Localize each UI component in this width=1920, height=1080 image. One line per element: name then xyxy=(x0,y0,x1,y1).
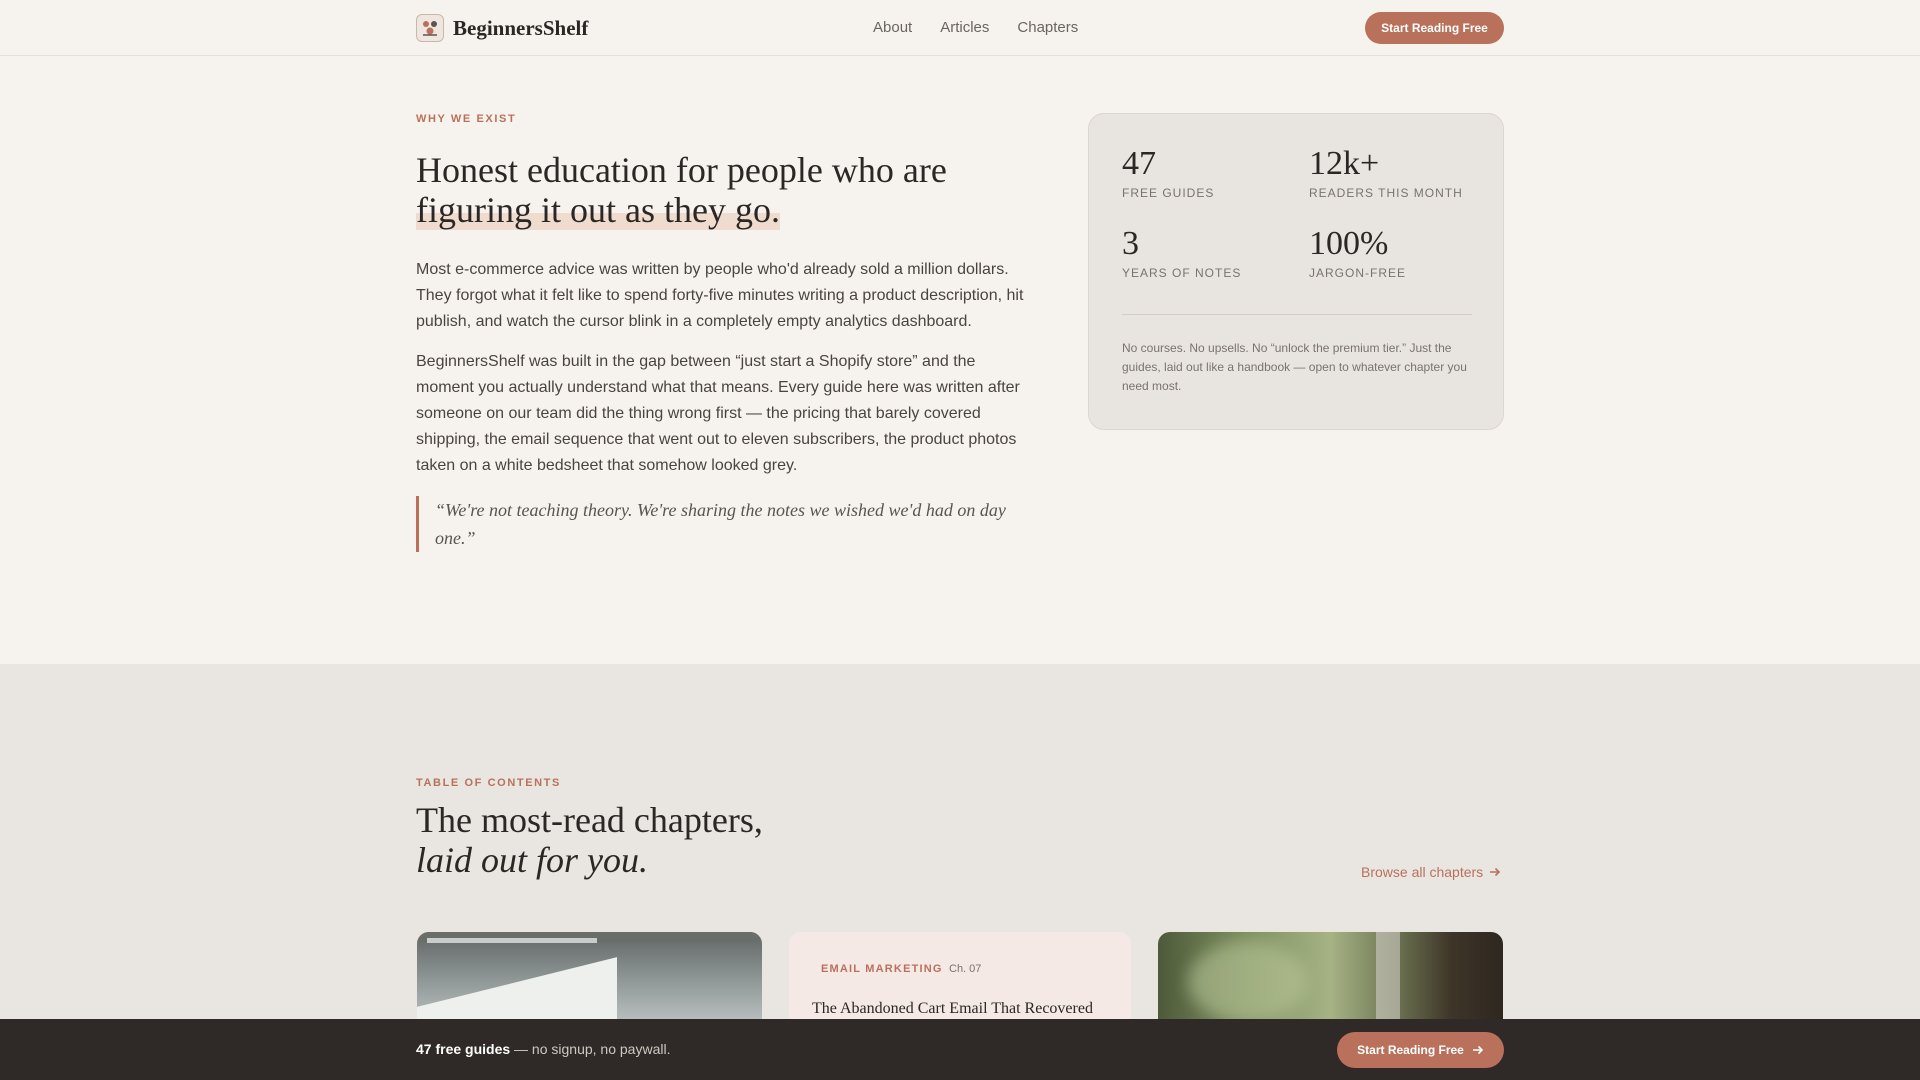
stat-label: JARGON-FREE xyxy=(1309,266,1407,280)
card-title: The Abandoned Cart Email That Recovered xyxy=(812,1000,1093,1017)
sticky-cta-label: Start Reading Free xyxy=(1357,1043,1464,1057)
hero-quote: “We're not teaching theory. We're sharin… xyxy=(416,496,1016,552)
stat-value: 12k+ xyxy=(1309,145,1380,182)
nav-links: About Articles Chapters xyxy=(873,19,1078,36)
browse-label: Browse all chapters xyxy=(1361,864,1484,880)
card-category-tag: EMAIL MARKETING xyxy=(821,963,943,975)
toc-eyebrow: TABLE OF CONTENTS xyxy=(416,777,561,789)
start-reading-button[interactable]: Start Reading Free xyxy=(1365,12,1504,44)
nav-link-about[interactable]: About xyxy=(873,19,912,36)
stat-label: FREE GUIDES xyxy=(1122,186,1215,200)
hero-paragraph-2: BeginnersShelf was built in the gap betw… xyxy=(416,353,1020,474)
stat-value: 100% xyxy=(1309,225,1389,262)
logo-icon xyxy=(416,14,444,42)
brand-name: BeginnersShelf xyxy=(453,15,589,40)
toc-title-line1: The most-read chapters, xyxy=(416,800,763,840)
top-nav: BeginnersShelf About Articles Chapters S… xyxy=(0,0,1920,56)
card-image-shelf-edge xyxy=(427,938,597,943)
arrow-right-icon xyxy=(1490,867,1501,877)
stat-free-guides: 47 FREE GUIDES xyxy=(1122,145,1215,201)
hero-title-highlight: figuring it out as they go. xyxy=(416,190,780,230)
sticky-message-bold: 47 free guides xyxy=(416,1041,511,1057)
sticky-message: 47 free guides — no signup, no paywall. xyxy=(416,1041,670,1057)
stat-label: READERS THIS MONTH xyxy=(1309,186,1463,200)
stats-divider xyxy=(1122,314,1472,315)
arrow-right-icon xyxy=(1472,1045,1483,1055)
stat-value: 3 xyxy=(1122,225,1139,262)
stats-card: 47 FREE GUIDES 12k+ READERS THIS MONTH 3… xyxy=(1088,113,1504,430)
toc-title-line2: laid out for you. xyxy=(416,840,648,880)
nav-link-articles[interactable]: Articles xyxy=(940,19,989,36)
stat-jargon-free: 100% JARGON-FREE xyxy=(1309,225,1407,281)
stat-label: YEARS OF NOTES xyxy=(1122,266,1242,280)
brand-logo[interactable]: BeginnersShelf xyxy=(416,14,588,42)
sticky-bottom-bar: 47 free guides — no signup, no paywall. … xyxy=(0,1019,1920,1080)
sticky-message-rest: — no signup, no paywall. xyxy=(510,1041,671,1057)
toc-title: The most-read chapters, laid out for you… xyxy=(416,800,763,880)
nav-link-chapters[interactable]: Chapters xyxy=(1017,19,1078,36)
hero-paragraph-1: Most e-commerce advice was written by pe… xyxy=(416,261,1024,330)
why-eyebrow: WHY WE EXIST xyxy=(416,113,517,125)
sticky-start-reading-button[interactable]: Start Reading Free xyxy=(1337,1032,1504,1068)
browse-all-chapters-link[interactable]: Browse all chapters xyxy=(1361,864,1501,880)
card-image-foliage xyxy=(1188,942,1308,1022)
stat-years: 3 YEARS OF NOTES xyxy=(1122,225,1242,281)
hero-title: Honest education for people who are figu… xyxy=(416,150,996,230)
stats-note: No courses. No upsells. No “unlock the p… xyxy=(1122,341,1467,393)
card-chapter-number: Ch. 07 xyxy=(949,963,982,975)
stat-readers: 12k+ READERS THIS MONTH xyxy=(1309,145,1463,201)
stat-value: 47 xyxy=(1122,145,1156,182)
hero-title-plain: Honest education for people who are xyxy=(416,150,947,190)
